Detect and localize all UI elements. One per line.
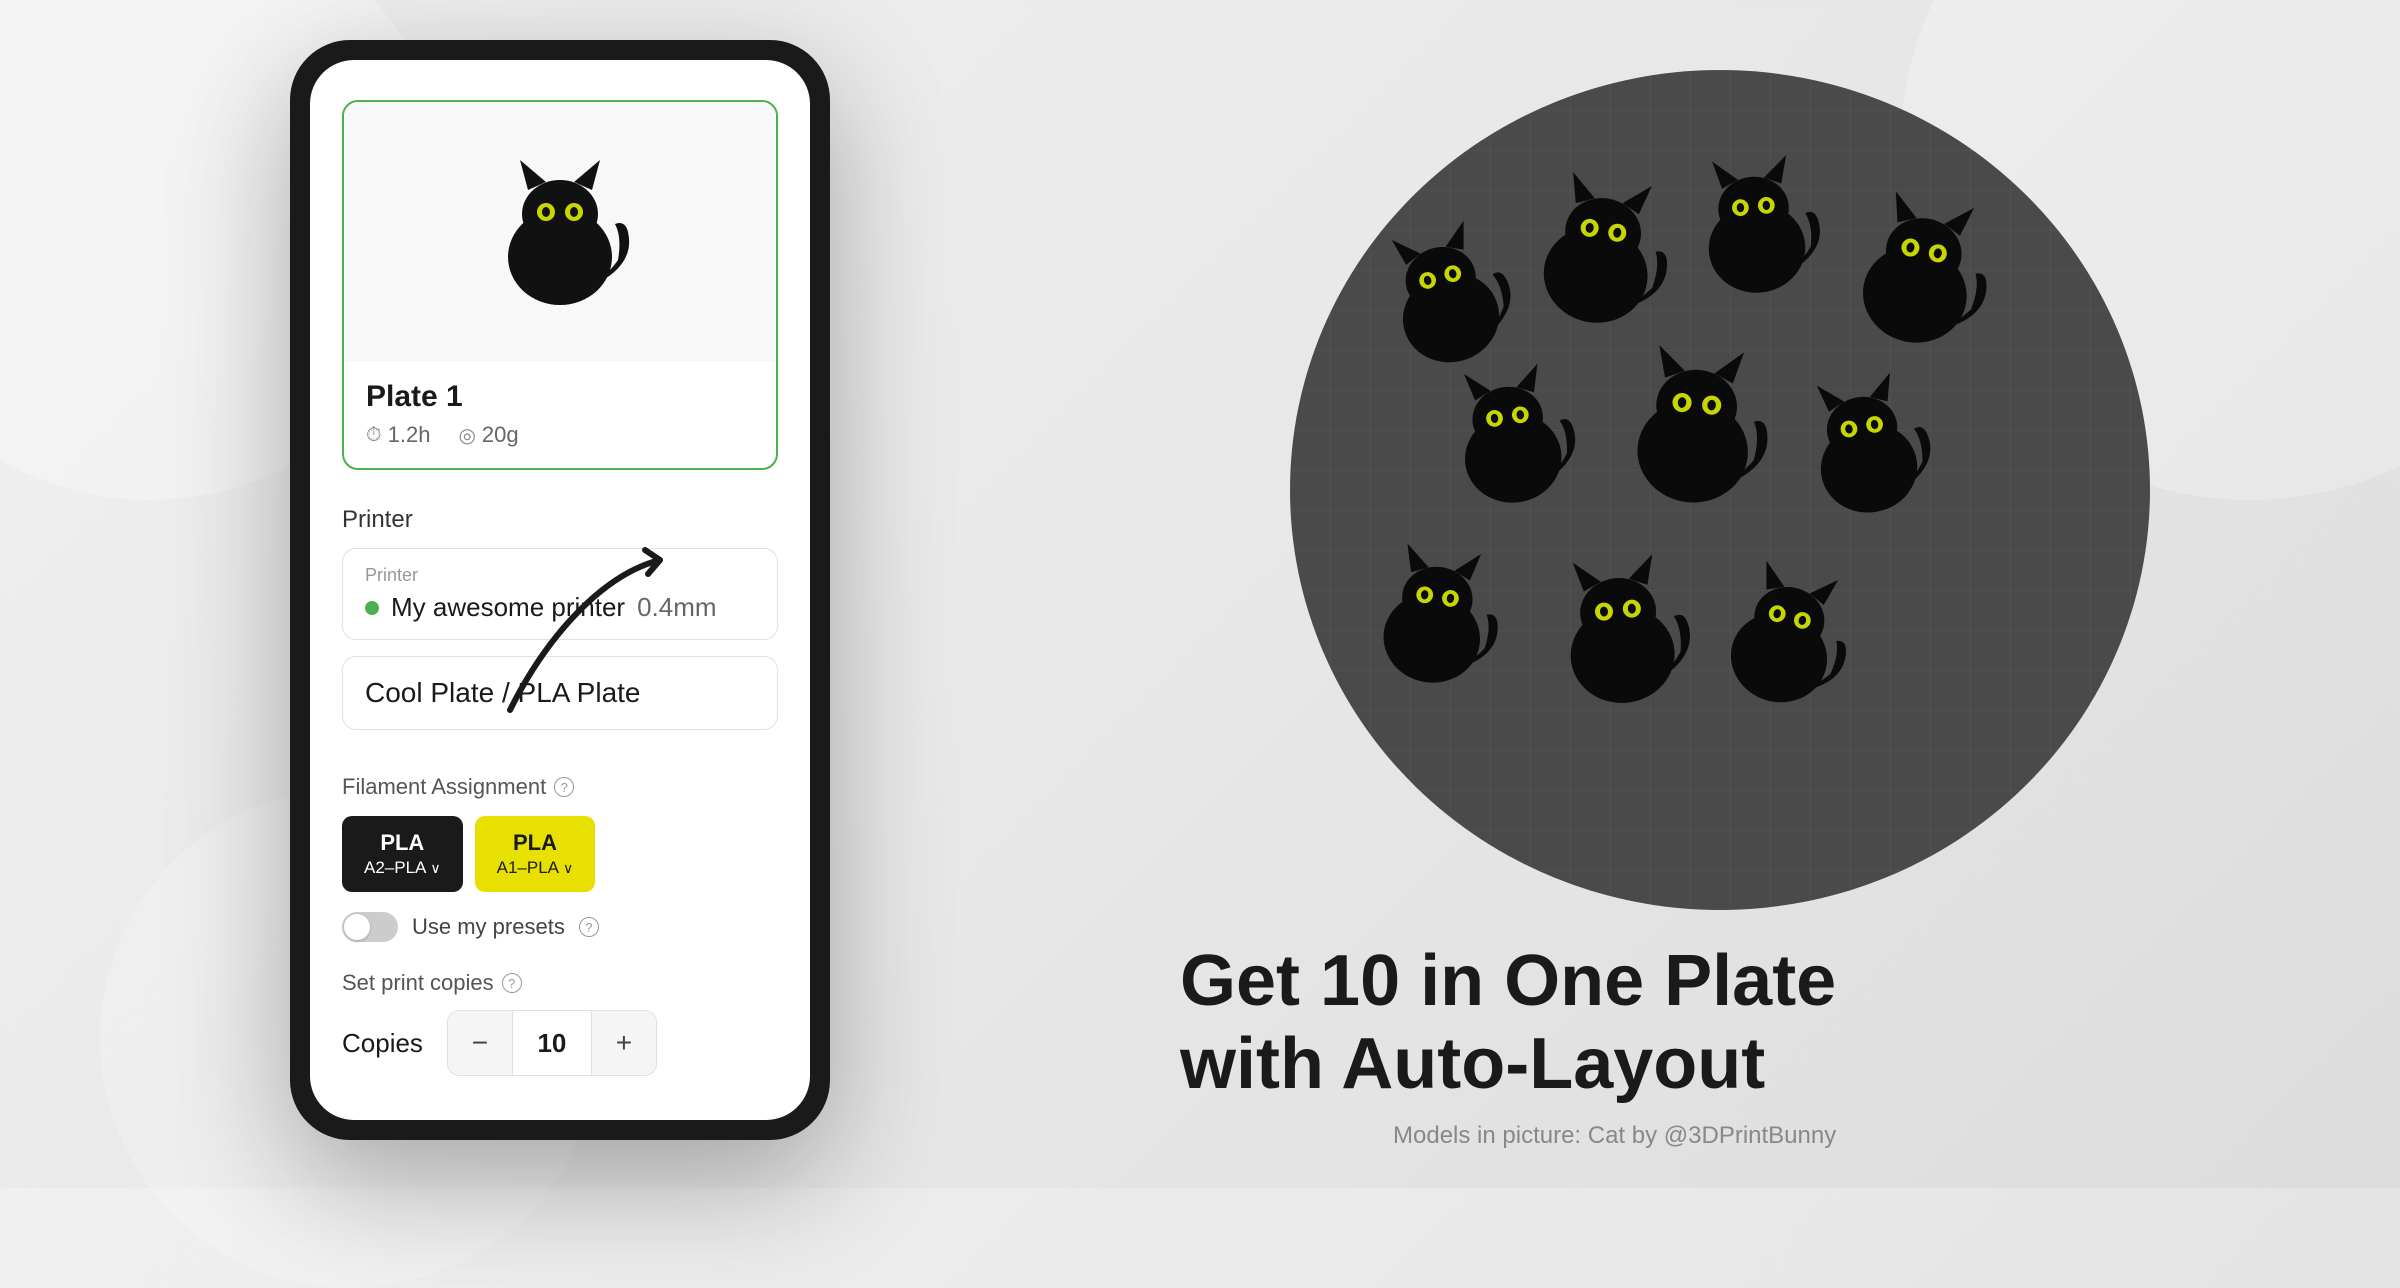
copies-value: 10 — [512, 1011, 592, 1075]
clock-icon: ⏱ — [366, 424, 382, 447]
headline-line2: with Auto-Layout — [1180, 1024, 1765, 1104]
cat-8 — [1360, 532, 1510, 699]
right-content: Get 10 in One Plate with Auto-Layout Mod… — [1120, 50, 2320, 1150]
plate-weight-value: 20g — [482, 422, 519, 448]
preview-circle — [1290, 70, 2150, 910]
filament-label: Filament Assignment — [342, 774, 546, 800]
copies-info-icon[interactable]: ? — [502, 973, 522, 993]
filament-section: Filament Assignment ? PLA A2–PLA ∨ PL — [342, 774, 778, 942]
copies-stepper: − 10 + — [447, 1010, 657, 1076]
toggle-info-icon[interactable]: ? — [579, 917, 599, 937]
filament-header: Filament Assignment ? — [342, 774, 778, 800]
filament-chip-a1[interactable]: PLA A1–PLA ∨ — [475, 816, 596, 892]
copies-label-text: Copies — [342, 1028, 423, 1059]
headline-block: Get 10 in One Plate with Auto-Layout Mod… — [1180, 940, 1836, 1150]
copies-increment-button[interactable]: + — [592, 1011, 656, 1075]
cat-5 — [1435, 352, 1585, 519]
plate-info: Plate 1 ⏱ 1.2h ◎ 20g — [344, 362, 776, 468]
cat-2 — [1517, 159, 1683, 341]
filament-chip-a2[interactable]: PLA A2–PLA ∨ — [342, 816, 463, 892]
cat-6 — [1613, 334, 1777, 516]
cat-9 — [1542, 543, 1698, 717]
headline-line1: Get 10 in One Plate — [1180, 941, 1836, 1021]
copies-section: Set print copies ? Copies − 10 + — [342, 970, 778, 1076]
plate-time-value: 1.2h — [388, 422, 431, 448]
printer-status-dot — [365, 601, 379, 615]
chip-a2-chevron: ∨ — [430, 860, 440, 877]
arrow-decoration — [480, 530, 700, 730]
use-presets-toggle[interactable] — [342, 912, 398, 942]
headline-text: Get 10 in One Plate with Auto-Layout — [1180, 940, 1836, 1106]
toggle-label: Use my presets — [412, 914, 565, 940]
plate-preview — [344, 102, 776, 362]
weight-icon: ◎ — [458, 423, 475, 448]
cat-3 — [1684, 145, 1827, 306]
toggle-row: Use my presets ? — [342, 912, 778, 942]
filament-chips: PLA A2–PLA ∨ PLA A1–PLA ∨ — [342, 816, 778, 892]
plate-card[interactable]: Plate 1 ⏱ 1.2h ◎ 20g — [342, 100, 778, 470]
copies-section-label: Set print copies ? — [342, 970, 778, 996]
cat-preview-icon — [490, 152, 630, 312]
cat-7 — [1788, 360, 1942, 530]
plate-time: ⏱ 1.2h — [366, 422, 430, 448]
toggle-knob — [344, 914, 370, 940]
plate-stats: ⏱ 1.2h ◎ 20g — [366, 422, 754, 448]
chip-a1-sub: A1–PLA ∨ — [497, 858, 574, 878]
plate-name: Plate 1 — [366, 380, 754, 414]
chip-a2-material: PLA — [380, 830, 424, 856]
copies-row: Copies − 10 + — [342, 1010, 778, 1076]
chip-a1-material: PLA — [513, 830, 557, 856]
copies-decrement-button[interactable]: − — [448, 1011, 512, 1075]
attribution-text: Models in picture: Cat by @3DPrintBunny — [1180, 1122, 1836, 1150]
chip-a2-sub: A2–PLA ∨ — [364, 858, 441, 878]
plate-weight: ◎ 20g — [458, 422, 518, 448]
chip-a1-chevron: ∨ — [563, 860, 573, 877]
filament-info-icon[interactable]: ? — [554, 777, 574, 797]
